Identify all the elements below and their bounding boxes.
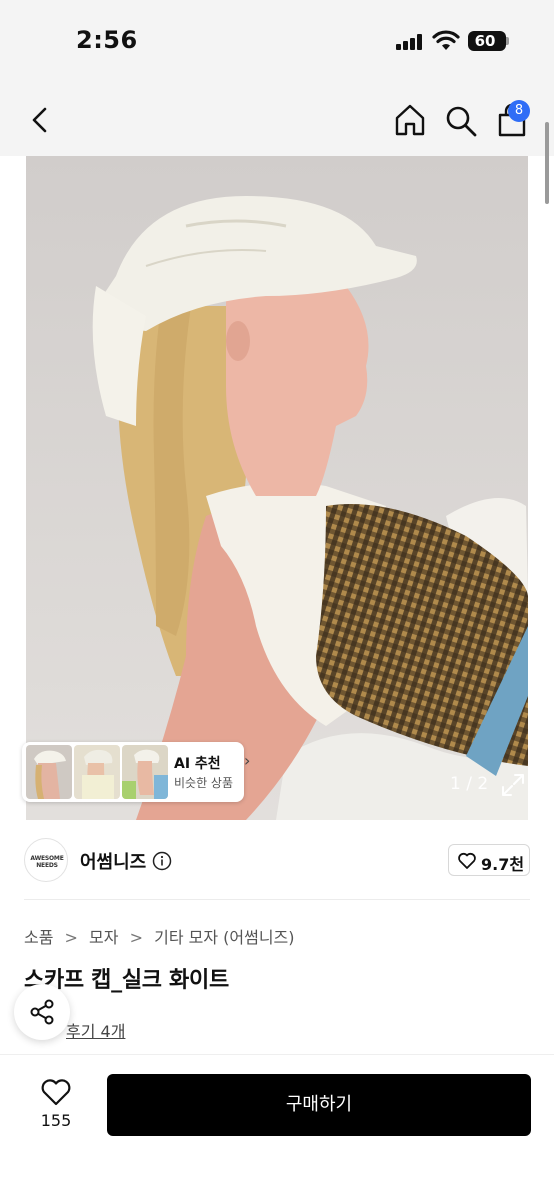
scroll-indicator[interactable] bbox=[545, 122, 549, 204]
brand-logo-text: AWESOME NEEDS bbox=[30, 855, 64, 869]
home-icon[interactable] bbox=[392, 102, 428, 138]
status-time: 2:56 bbox=[76, 26, 138, 54]
info-icon[interactable] bbox=[152, 851, 172, 871]
bottom-action-bar: 155 구매하기 bbox=[0, 1054, 554, 1200]
brand-name[interactable]: 어썸니즈 bbox=[80, 848, 146, 874]
product-photo bbox=[26, 156, 528, 820]
share-button[interactable] bbox=[14, 984, 70, 1040]
breadcrumb-item[interactable]: 소품 bbox=[24, 924, 53, 948]
heart-icon bbox=[458, 852, 476, 869]
battery-cap bbox=[506, 37, 509, 45]
cart-badge: 8 bbox=[508, 100, 530, 122]
battery-icon: 60 bbox=[468, 31, 506, 51]
chevron-right-icon: › bbox=[244, 751, 251, 770]
breadcrumb-item[interactable]: 모자 bbox=[89, 924, 118, 948]
page-indicator: 1 / 2 bbox=[450, 774, 489, 794]
battery-level: 60 bbox=[474, 32, 496, 50]
back-icon[interactable] bbox=[26, 104, 54, 136]
ai-recommend-card[interactable]: AI 추천 › 비슷한 상품 bbox=[22, 742, 250, 802]
heart-icon bbox=[41, 1079, 71, 1106]
brand-like-button[interactable]: 9.7천 bbox=[448, 844, 530, 876]
brand-logo[interactable]: AWESOME NEEDS bbox=[24, 838, 68, 882]
review-link[interactable]: 후기 4개 bbox=[66, 1018, 125, 1042]
wifi-icon bbox=[432, 30, 460, 50]
wishlist-count: 155 bbox=[40, 1111, 72, 1130]
share-icon bbox=[30, 999, 54, 1025]
chevron-right-icon: > bbox=[129, 928, 143, 947]
brand-like-count: 9.7천 bbox=[481, 855, 525, 874]
breadcrumb: 소품 > 모자 > 기타 모자 (어썸니즈) bbox=[24, 924, 295, 948]
wishlist-button[interactable]: 155 bbox=[24, 1075, 88, 1139]
buy-button[interactable]: 구매하기 bbox=[107, 1074, 531, 1136]
ai-recommend-subtitle: 비슷한 상품 bbox=[174, 776, 234, 790]
status-bar: 2:56 60 bbox=[0, 0, 554, 84]
search-icon[interactable] bbox=[444, 104, 478, 138]
breadcrumb-item[interactable]: 기타 모자 (어썸니즈) bbox=[154, 924, 294, 948]
divider bbox=[24, 899, 530, 900]
chevron-right-icon: > bbox=[64, 928, 78, 947]
ai-recommend-title: AI 추천 bbox=[174, 756, 221, 772]
product-image[interactable]: 1 / 2 bbox=[26, 156, 528, 820]
top-nav-bar bbox=[0, 84, 554, 156]
signal-icon bbox=[396, 34, 424, 50]
ai-thumbnail bbox=[26, 745, 72, 799]
expand-icon[interactable] bbox=[500, 772, 526, 798]
ai-thumbnail bbox=[122, 745, 168, 799]
ai-thumbnail bbox=[74, 745, 120, 799]
